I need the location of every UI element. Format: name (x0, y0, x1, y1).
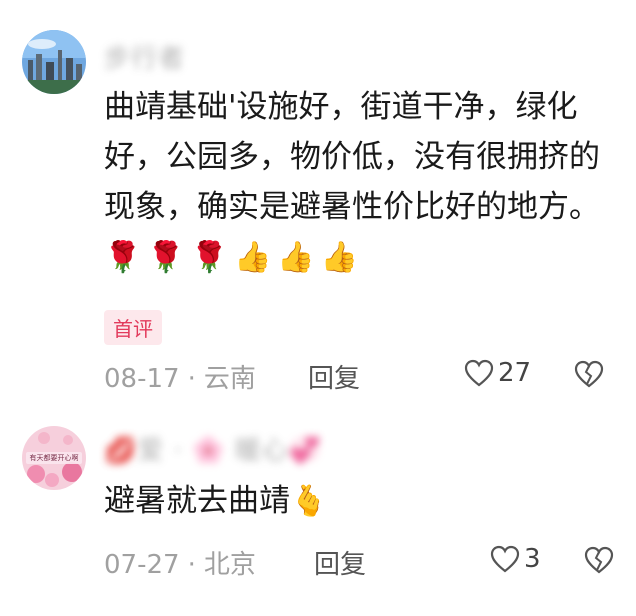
first-comment-badge: 首评 (104, 310, 162, 345)
like-button[interactable]: 27 (464, 358, 531, 388)
finger-heart-icon: 🫰 (290, 484, 334, 519)
emoji-rose-thumbs-icon: 🌹🌹🌹👍👍👍 (104, 240, 365, 275)
like-count: 3 (524, 544, 541, 574)
comment-date: 08-17 (104, 364, 180, 394)
avatar-text: 有天都要开心啊 (29, 454, 79, 462)
like-count: 27 (498, 358, 532, 388)
comment-text: 曲靖基础'设施好，街道干净，绿化好，公园多，物价低，没有很拥挤的现象，确实是避暑… (104, 82, 604, 283)
reply-button[interactable]: 回复 (308, 358, 360, 395)
comment-item: 有天都要开心啊 💋爱 · 🌸 暖心💞 避暑就去曲靖🫰 07-27 · 北京 回复 3 (0, 410, 636, 616)
comment-location: 北京 (203, 550, 256, 580)
reply-button[interactable]: 回复 (314, 544, 366, 581)
username[interactable]: 步行者 (104, 38, 185, 75)
comment-meta: 07-27 · 北京 (104, 550, 256, 580)
city-skyline-avatar-icon (22, 30, 86, 94)
comment-item: 步行者 曲靖基础'设施好，街道干净，绿化好，公园多，物价低，没有很拥挤的现象，确… (0, 0, 636, 410)
comment-meta: 08-17 · 云南 (104, 364, 256, 394)
broken-heart-icon (574, 360, 604, 388)
comment-location: 云南 (203, 364, 256, 394)
avatar[interactable]: 有天都要开心啊 (22, 426, 86, 490)
dislike-button[interactable] (574, 360, 604, 392)
avatar[interactable] (22, 30, 86, 94)
broken-heart-icon (584, 546, 614, 574)
heart-icon (464, 359, 494, 387)
dislike-button[interactable] (584, 546, 614, 578)
comment-date: 07-27 (104, 550, 180, 580)
comment-body: 避暑就去曲靖 (104, 483, 290, 519)
like-button[interactable]: 3 (490, 544, 541, 574)
comment-body: 曲靖基础'设施好，街道干净，绿化好，公园多，物价低，没有很拥挤的现象，确实是避暑… (104, 89, 600, 225)
comment-text: 避暑就去曲靖🫰 (104, 476, 604, 527)
username[interactable]: 💋爱 · 🌸 暖心💞 (104, 430, 322, 467)
heart-icon (490, 545, 520, 573)
